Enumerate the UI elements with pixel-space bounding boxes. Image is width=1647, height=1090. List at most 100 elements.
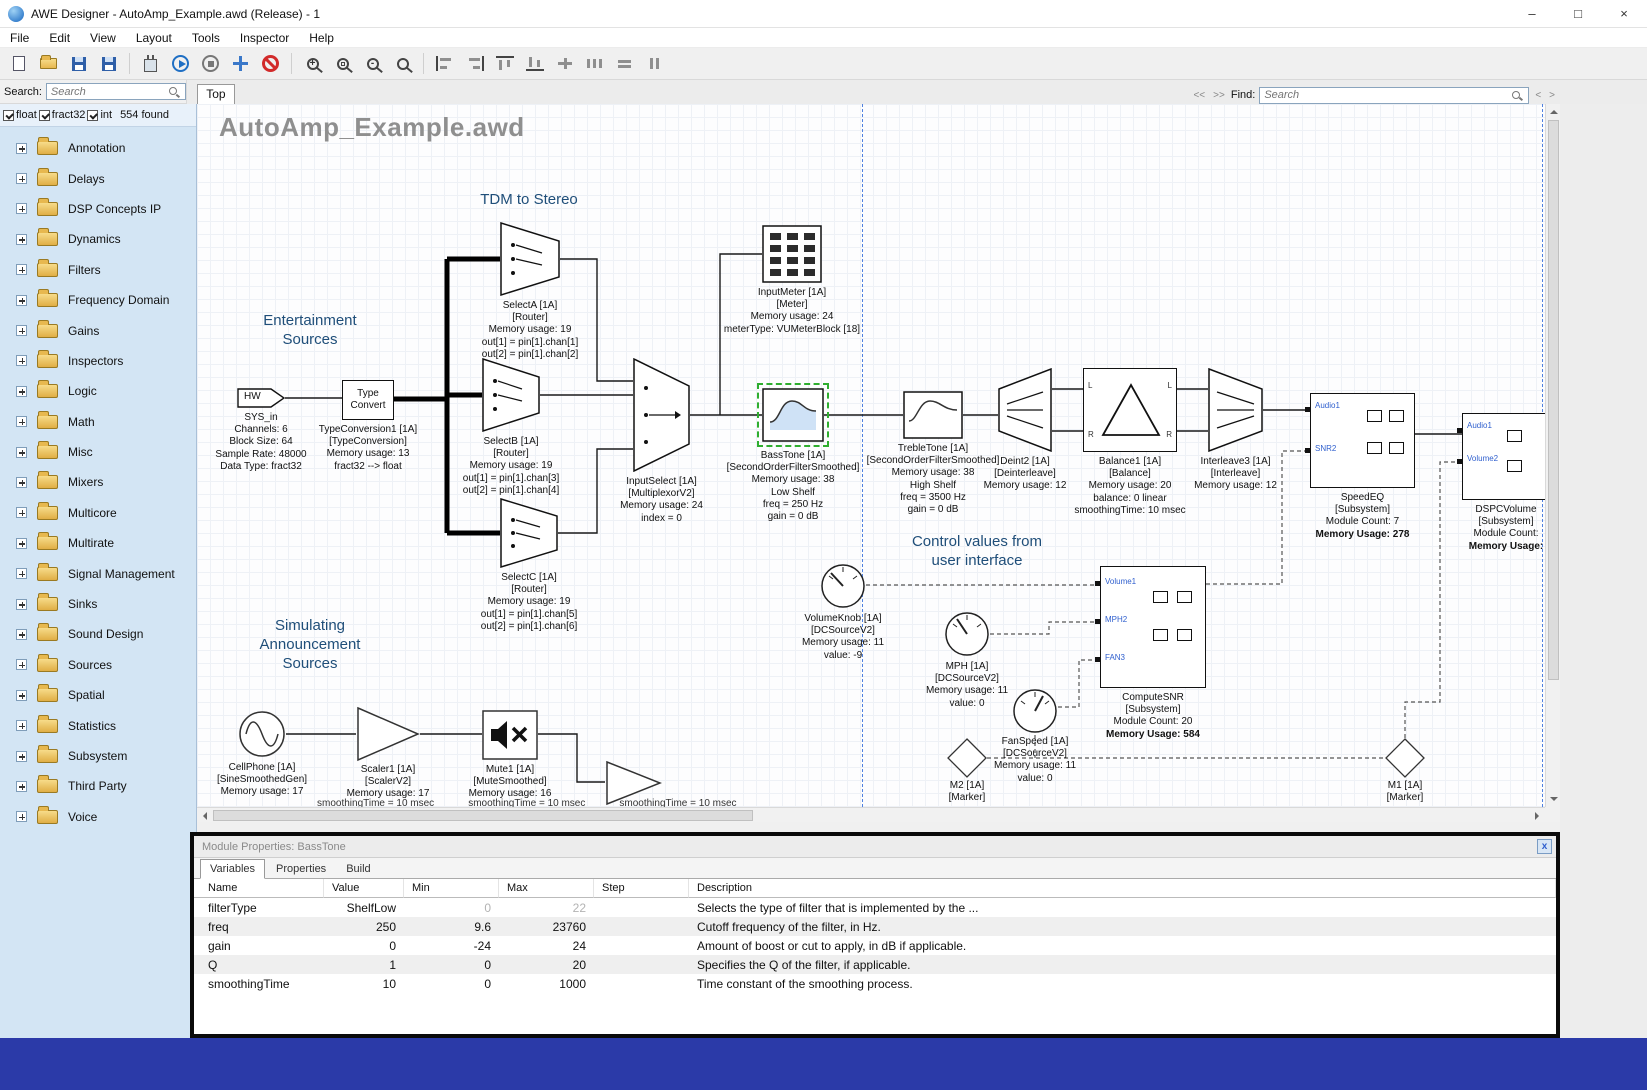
- connect-target-icon[interactable]: [137, 51, 164, 77]
- properties-close-icon[interactable]: x: [1537, 839, 1552, 854]
- sidebar-item[interactable]: Dynamics: [0, 224, 196, 254]
- close-button[interactable]: ×: [1601, 0, 1647, 28]
- sidebar-item[interactable]: Multicore: [0, 498, 196, 528]
- module-fanspeed[interactable]: FanSpeed [1A][DCSourceV2]Memory usage: 1…: [1012, 688, 1058, 734]
- expand-plus-icon[interactable]: [16, 477, 27, 488]
- cell-value[interactable]: 1: [324, 955, 404, 974]
- module-dspcvolume-subsystem[interactable]: Audio1 Volume2 DSPCVolume[Subsystem]Modu…: [1462, 413, 1550, 500]
- menu-item[interactable]: Edit: [39, 29, 80, 47]
- module-computesnr-subsystem[interactable]: Volume1 MPH2 FAN3 ComputeSNR[Subsystem]M…: [1100, 566, 1206, 688]
- zoom-fit-icon[interactable]: [329, 51, 356, 77]
- expand-plus-icon[interactable]: [16, 751, 27, 762]
- menu-item[interactable]: Inspector: [230, 29, 299, 47]
- module-cellphone[interactable]: CellPhone [1A][SineSmoothedGen]Memory us…: [238, 710, 286, 758]
- scroll-left-icon[interactable]: [197, 808, 212, 822]
- zoom-icon[interactable]: [389, 51, 416, 77]
- find-prev-all-button[interactable]: <<: [1191, 89, 1207, 102]
- tab-build[interactable]: Build: [337, 860, 379, 878]
- scroll-right-icon[interactable]: [1530, 808, 1545, 822]
- zoom-out-icon[interactable]: [359, 51, 386, 77]
- sidebar-item[interactable]: Statistics: [0, 710, 196, 740]
- sidebar-item[interactable]: Gains: [0, 315, 196, 345]
- sidebar-item[interactable]: Sound Design: [0, 619, 196, 649]
- new-file-icon[interactable]: [5, 51, 32, 77]
- table-row[interactable]: smoothingTime 10 0 1000 Time constant of…: [194, 974, 1556, 993]
- module-selectc[interactable]: SelectC [1A][Router]Memory usage: 19out[…: [500, 498, 558, 568]
- align-bottom-icon[interactable]: [521, 51, 548, 77]
- menu-item[interactable]: Layout: [126, 29, 182, 47]
- run-icon[interactable]: [167, 51, 194, 77]
- expand-plus-icon[interactable]: [16, 568, 27, 579]
- vertical-scrollbar[interactable]: [1545, 104, 1560, 822]
- expand-plus-icon[interactable]: [16, 264, 27, 275]
- module-balance1[interactable]: L R L R Balance1 [1A][Balance]Memory usa…: [1083, 368, 1177, 452]
- expand-plus-icon[interactable]: [16, 234, 27, 245]
- expand-plus-icon[interactable]: [16, 629, 27, 640]
- module-typeconversion1[interactable]: TypeConvert TypeConversion1 [1A][TypeCon…: [342, 380, 394, 420]
- align-center-icon[interactable]: [551, 51, 578, 77]
- expand-plus-icon[interactable]: [16, 295, 27, 306]
- sidebar-item[interactable]: Spatial: [0, 680, 196, 710]
- expand-plus-icon[interactable]: [16, 143, 27, 154]
- save-icon[interactable]: [65, 51, 92, 77]
- module-deint2[interactable]: Deint2 [1A][Deinterleave]Memory usage: 1…: [998, 368, 1052, 452]
- expand-plus-icon[interactable]: [16, 173, 27, 184]
- module-mute1[interactable]: Mute1 [1A][MuteSmoothed]Memory usage: 16: [482, 710, 538, 760]
- expand-plus-icon[interactable]: [16, 507, 27, 518]
- module-interleave3[interactable]: Interleave3 [1A][Interleave]Memory usage…: [1208, 368, 1263, 452]
- sidebar-item[interactable]: Annotation: [0, 133, 196, 163]
- expand-plus-icon[interactable]: [16, 355, 27, 366]
- module-selecta[interactable]: SelectA [1A][Router]Memory usage: 19out[…: [500, 222, 560, 296]
- horizontal-scroll-thumb[interactable]: [213, 810, 753, 821]
- horizontal-scrollbar[interactable]: [197, 807, 1545, 822]
- stop-icon[interactable]: [197, 51, 224, 77]
- module-mph[interactable]: MPH [1A][DCSourceV2]Memory usage: 11valu…: [944, 611, 990, 657]
- expand-plus-icon[interactable]: [16, 781, 27, 792]
- module-sys-in[interactable]: HW SYS_inChannels: 6Block Size: 64Sample…: [237, 388, 285, 408]
- match-width-icon[interactable]: [611, 51, 638, 77]
- sidebar-item[interactable]: Sinks: [0, 589, 196, 619]
- table-row[interactable]: Q 1 0 20 Specifies the Q of the filter, …: [194, 955, 1556, 974]
- module-inputselect[interactable]: InputSelect [1A][MultiplexorV2]Memory us…: [633, 358, 690, 472]
- sidebar-item[interactable]: Delays: [0, 163, 196, 193]
- type-filter[interactable]: int: [87, 109, 112, 121]
- cell-value[interactable]: 250: [324, 917, 404, 936]
- type-filter[interactable]: fract32: [39, 109, 86, 121]
- cell-value[interactable]: ShelfLow: [324, 898, 404, 917]
- module-selectb[interactable]: SelectB [1A][Router]Memory usage: 19out[…: [482, 358, 540, 432]
- module-scaler1[interactable]: Scaler1 [1A][ScalerV2]Memory usage: 17: [356, 706, 420, 762]
- module-trebletone[interactable]: TrebleTone [1A][SecondOrderFilterSmoothe…: [903, 391, 963, 439]
- match-height-icon[interactable]: [641, 51, 668, 77]
- align-right-icon[interactable]: [461, 51, 488, 77]
- module-m2-marker[interactable]: M2 [1A][Marker]: [947, 738, 987, 778]
- expand-plus-icon[interactable]: [16, 811, 27, 822]
- align-top-icon[interactable]: [491, 51, 518, 77]
- expand-plus-icon[interactable]: [16, 599, 27, 610]
- expand-plus-icon[interactable]: [16, 325, 27, 336]
- sidebar-item[interactable]: Voice: [0, 802, 196, 832]
- sidebar-item[interactable]: Mixers: [0, 467, 196, 497]
- find-next-all-button[interactable]: >>: [1211, 89, 1227, 102]
- sidebar-item[interactable]: Third Party: [0, 771, 196, 801]
- module-speedeq-subsystem[interactable]: Audio1 SNR2 SpeedEQ[Subsystem]Module Cou…: [1310, 393, 1415, 488]
- find-input[interactable]: [1259, 87, 1529, 104]
- align-left-icon[interactable]: [431, 51, 458, 77]
- properties-header[interactable]: Module Properties: BassTone x: [194, 836, 1556, 858]
- checkbox-checked-icon[interactable]: [39, 110, 50, 121]
- zoom-in-icon[interactable]: [299, 51, 326, 77]
- table-row[interactable]: gain 0 -24 24 Amount of boost or cut to …: [194, 936, 1556, 955]
- expand-plus-icon[interactable]: [16, 659, 27, 670]
- checkbox-checked-icon[interactable]: [87, 110, 98, 121]
- sidebar-item[interactable]: Math: [0, 407, 196, 437]
- halt-icon[interactable]: [257, 51, 284, 77]
- sidebar-item[interactable]: Multirate: [0, 528, 196, 558]
- cell-value[interactable]: 10: [324, 974, 404, 993]
- sidebar-item[interactable]: Logic: [0, 376, 196, 406]
- sidebar-item[interactable]: Frequency Domain: [0, 285, 196, 315]
- module-basstone-selected[interactable]: BassTone [1A][SecondOrderFilterSmoothed]…: [762, 388, 824, 442]
- find-next-button[interactable]: >: [1547, 89, 1557, 102]
- tuning-icon[interactable]: [227, 51, 254, 77]
- expand-plus-icon[interactable]: [16, 690, 27, 701]
- minimize-button[interactable]: –: [1509, 0, 1555, 28]
- menu-item[interactable]: Help: [299, 29, 344, 47]
